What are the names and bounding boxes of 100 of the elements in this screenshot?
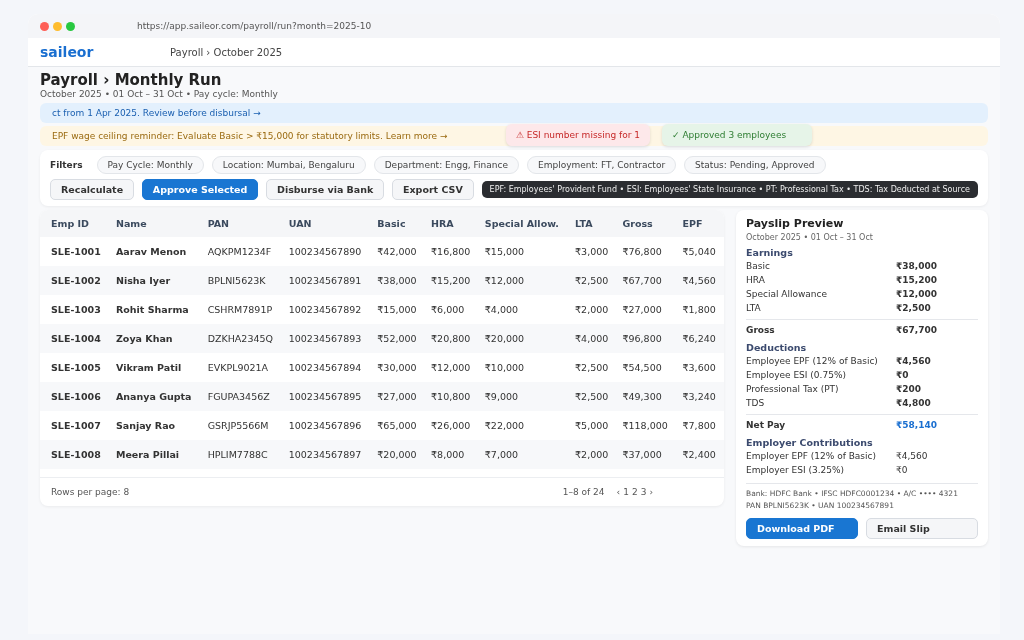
line-item-amount: ₹4,560 (896, 355, 931, 368)
table-cell: SLE-1004 (40, 324, 110, 353)
table-cell: SLE-1007 (40, 411, 110, 440)
table-cell: 100234567890 (282, 237, 372, 266)
table-cell: ₹8,000 (425, 440, 479, 469)
table-cell: ₹4,000 (569, 324, 617, 353)
logo[interactable]: saileor (40, 44, 170, 60)
table-cell: ₹118,000 (616, 411, 677, 440)
payslip-button[interactable]: Download PDF (746, 518, 858, 539)
pagination-link[interactable]: 2 (631, 487, 638, 497)
pagination-link[interactable]: ‹ (616, 487, 621, 497)
table-cell: ₹49,300 (616, 382, 677, 411)
payslip-button[interactable]: Email Slip (866, 518, 978, 539)
line-item-label: Employer ESI (3.25%) (746, 464, 846, 477)
table-cell: ₹27,000 (371, 382, 426, 411)
table-cell: SLE-1001 (40, 237, 110, 266)
minimize-window-dot[interactable] (53, 21, 62, 31)
column-header[interactable]: Emp ID (40, 210, 110, 237)
table-cell: ₹20,000 (478, 324, 570, 353)
table-cell: Meera Pillai (109, 440, 202, 469)
column-header[interactable]: PAN (201, 210, 283, 237)
breadcrumb: Payroll › October 2025 (170, 46, 283, 58)
table-cell: ₹6,240 (676, 324, 724, 353)
table-cell: ₹42,000 (371, 237, 426, 266)
table-cell: ₹9,000 (478, 382, 570, 411)
table-cell: ₹3,240 (676, 382, 724, 411)
filter-chip[interactable]: Status: Pending, Approved (684, 156, 826, 174)
filter-chip[interactable]: Department: Engg, Finance (373, 156, 519, 174)
total-label: Net Pay (746, 419, 787, 432)
table-cell: ₹2,500 (569, 266, 617, 295)
table-cell: SLE-1005 (40, 353, 110, 382)
section-heading: Deductions (746, 342, 808, 353)
table-cell: Aarav Menon (109, 237, 202, 266)
table-cell: ₹67,700 (616, 266, 677, 295)
line-item-label: HRA (746, 274, 766, 287)
table-cell: ₹20,800 (425, 324, 479, 353)
table-cell: EVKPL9021A (201, 353, 283, 382)
table-cell: ₹2,500 (569, 382, 617, 411)
table-cell: ₹54,500 (616, 353, 677, 382)
filter-chip[interactable]: Location: Mumbai, Bengaluru (211, 156, 366, 174)
column-header[interactable]: Basic (371, 210, 426, 237)
column-header[interactable]: Special Allow. (478, 210, 570, 237)
column-header[interactable]: Name (109, 210, 202, 237)
action-button[interactable]: Approve Selected (141, 179, 258, 200)
table-cell: 100234567893 (282, 324, 372, 353)
pagination-link[interactable]: 3 (640, 487, 647, 497)
table-cell: ₹96,800 (616, 324, 677, 353)
action-button[interactable]: Disburse via Bank (266, 179, 384, 200)
maximize-window-dot[interactable] (66, 21, 75, 31)
table-cell: ₹16,800 (425, 237, 479, 266)
table-cell: ₹3,600 (676, 353, 724, 382)
table-cell: ₹38,000 (371, 266, 426, 295)
table-cell: ₹2,400 (676, 440, 724, 469)
column-header[interactable]: UAN (282, 210, 372, 237)
total-amount: ₹67,700 (896, 324, 937, 337)
line-item-label: LTA (746, 302, 762, 315)
filter-chip[interactable]: Employment: FT, Contractor (527, 156, 677, 174)
table-cell: ₹65,000 (371, 411, 426, 440)
line-item-label: Professional Tax (PT) (746, 383, 840, 396)
page-range: 1–8 of 24 (562, 487, 605, 497)
toast-message: ✓ Approved 3 employees (662, 124, 812, 146)
table-cell: 100234567896 (282, 411, 372, 440)
table-cell: Vikram Patil (109, 353, 202, 382)
table-cell: 100234567891 (282, 266, 372, 295)
line-item-amount: ₹15,200 (896, 274, 937, 287)
table-cell: ₹4,560 (676, 266, 724, 295)
notice-banner: ct from 1 Apr 2025. Review before disbursal → (40, 103, 988, 123)
table-cell: ₹12,000 (478, 266, 570, 295)
table-cell: ₹4,000 (478, 295, 570, 324)
action-button[interactable]: Recalculate (50, 179, 134, 200)
filters-label: Filters (50, 160, 83, 170)
close-window-dot[interactable] (40, 21, 49, 31)
filter-chip[interactable]: Pay Cycle: Monthly (96, 156, 204, 174)
pagination-link[interactable]: › (649, 487, 653, 497)
table-cell: Nisha Iyer (109, 266, 202, 295)
table-cell: ₹30,000 (371, 353, 426, 382)
column-header[interactable]: HRA (425, 210, 479, 237)
column-header[interactable]: LTA (569, 210, 617, 237)
rows-per-page[interactable]: Rows per page: 8 (51, 487, 130, 497)
action-button[interactable]: Export CSV (392, 179, 474, 200)
table-cell: Sanjay Rao (109, 411, 202, 440)
table-cell: ₹15,000 (371, 295, 426, 324)
table-cell: ₹1,800 (676, 295, 724, 324)
table-cell: ₹5,040 (676, 237, 724, 266)
pagination-link[interactable]: 1 (623, 487, 629, 497)
table-cell: ₹6,000 (425, 295, 479, 324)
table-cell: 100234567895 (282, 382, 372, 411)
line-item-label: TDS (746, 397, 766, 410)
table-cell: GSRJP5566M (201, 411, 283, 440)
table-cell: 100234567892 (282, 295, 372, 324)
table-cell: ₹12,000 (425, 353, 479, 382)
table-cell: Rohit Sharma (109, 295, 202, 324)
line-item-amount: ₹0 (896, 464, 908, 477)
table-cell: ₹7,000 (478, 440, 570, 469)
address-bar-url[interactable]: https://app.saileor.com/payroll/run?month=2025-10 (137, 21, 372, 31)
line-item-label: Employee ESI (0.75%) (746, 369, 847, 382)
column-header[interactable]: EPF (676, 210, 724, 237)
column-header[interactable]: Gross (616, 210, 677, 237)
table-cell: SLE-1003 (40, 295, 110, 324)
line-item-amount: ₹2,500 (896, 302, 931, 315)
